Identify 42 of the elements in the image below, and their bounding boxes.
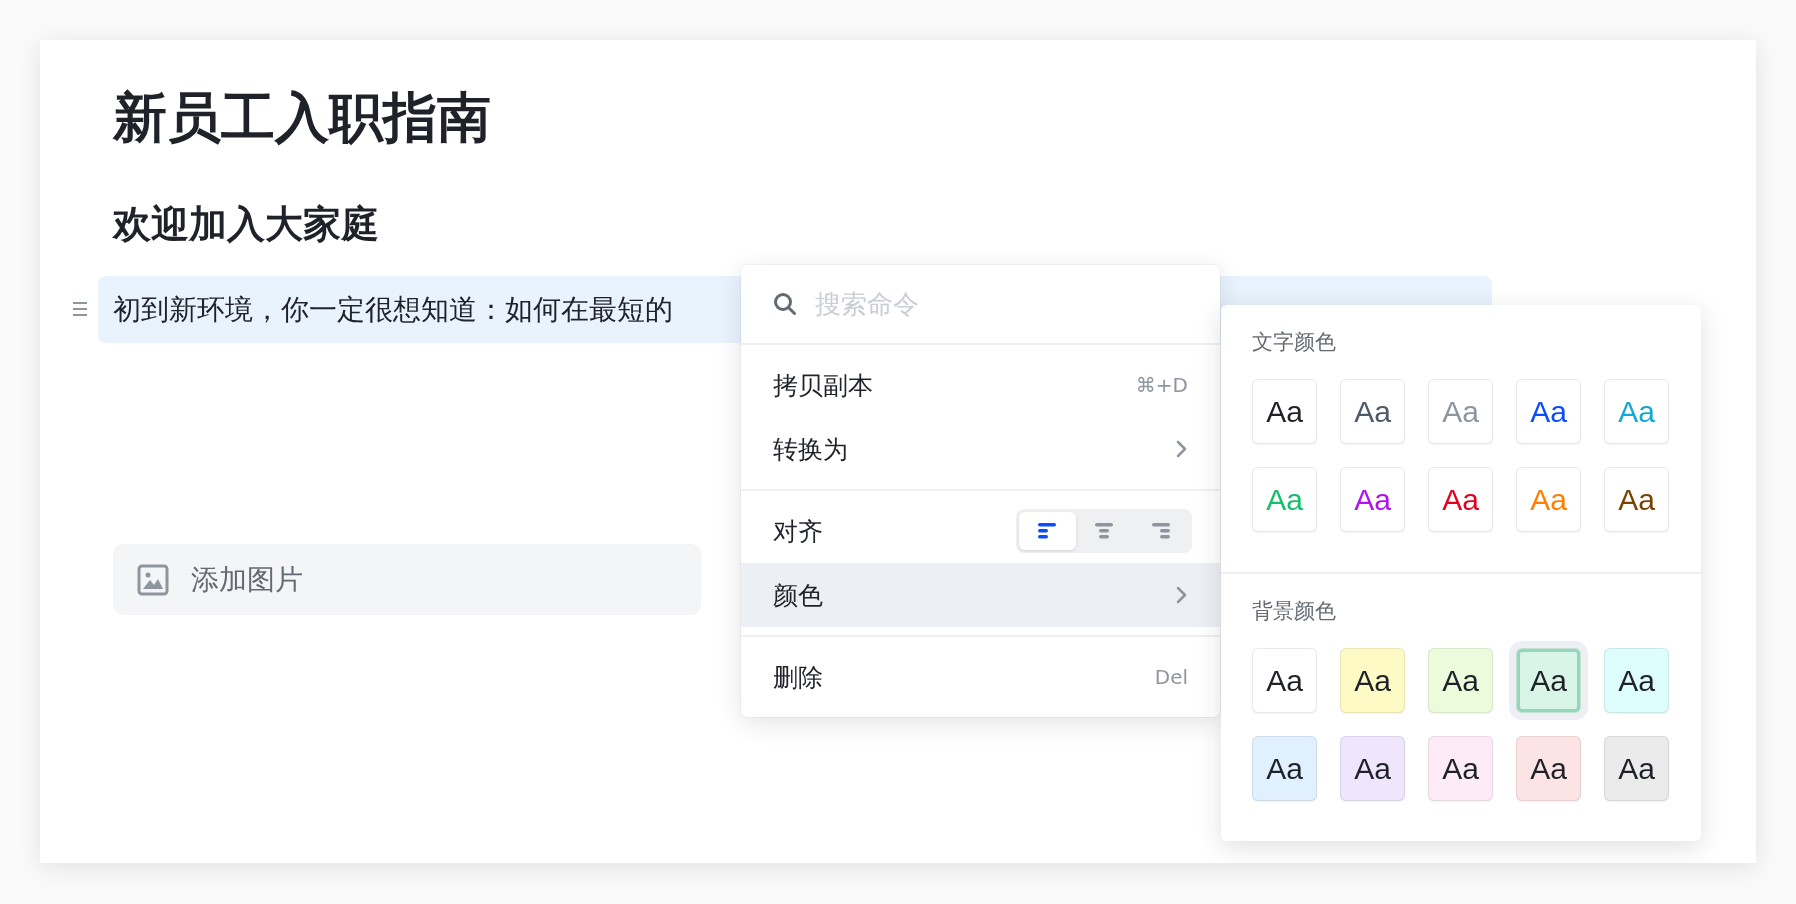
color-swatch[interactable]: Aa [1516, 379, 1581, 444]
shortcut-label: Del [1154, 665, 1188, 689]
color-swatch[interactable]: Aa [1252, 379, 1317, 444]
menu-item[interactable]: 删除 Del [741, 645, 1220, 709]
image-icon [137, 563, 169, 596]
add-image-block[interactable]: 添加图片 [113, 544, 701, 615]
color-swatch[interactable]: Aa [1428, 467, 1493, 532]
color-swatch[interactable]: Aa [1604, 467, 1669, 532]
menu-item-label: 拷贝副本 [773, 369, 873, 402]
color-swatch[interactable]: Aa [1604, 648, 1669, 713]
document-title: 新员工入职指南 [113, 85, 491, 151]
chevron-right-icon [1176, 440, 1188, 458]
color-swatch[interactable]: Aa [1340, 379, 1405, 444]
color-swatch[interactable]: Aa [1604, 736, 1669, 801]
search-icon [773, 292, 797, 316]
menu-item-label: 对齐 [773, 515, 823, 548]
alignment-option[interactable] [1019, 512, 1076, 550]
menu-item[interactable]: 颜色 [741, 563, 1220, 627]
align-center-icon [1095, 523, 1113, 539]
section-heading: 欢迎加入大家庭 [113, 201, 379, 248]
align-left-icon [1038, 523, 1057, 539]
menu-item-label: 删除 [773, 661, 823, 694]
group-title: 文字颜色 [1252, 329, 1336, 356]
menu-item[interactable]: 对齐 [741, 499, 1220, 563]
color-swatch[interactable]: Aa [1252, 648, 1317, 713]
color-swatch[interactable]: Aa [1340, 648, 1405, 713]
color-swatch[interactable]: Aa [1340, 467, 1405, 532]
color-swatch[interactable]: Aa [1252, 736, 1317, 801]
menu-item[interactable]: 拷贝副本 ⌘+D [741, 353, 1220, 417]
align-right-icon [1151, 523, 1170, 539]
shortcut-label: ⌘+D [1135, 373, 1188, 397]
chevron-right-icon [1176, 586, 1188, 604]
color-swatch[interactable]: Aa [1428, 648, 1493, 713]
add-image-label: 添加图片 [191, 561, 303, 598]
color-swatch[interactable]: Aa [1428, 736, 1493, 801]
menu-item-label: 转换为 [773, 433, 848, 466]
menu-item[interactable]: 转换为 [741, 417, 1220, 481]
drag-handle-icon[interactable] [71, 300, 89, 318]
group-title: 背景颜色 [1252, 598, 1336, 625]
color-swatch[interactable]: Aa [1516, 736, 1581, 801]
color-swatch[interactable]: Aa [1340, 736, 1405, 801]
menu-item-label: 颜色 [773, 579, 823, 612]
